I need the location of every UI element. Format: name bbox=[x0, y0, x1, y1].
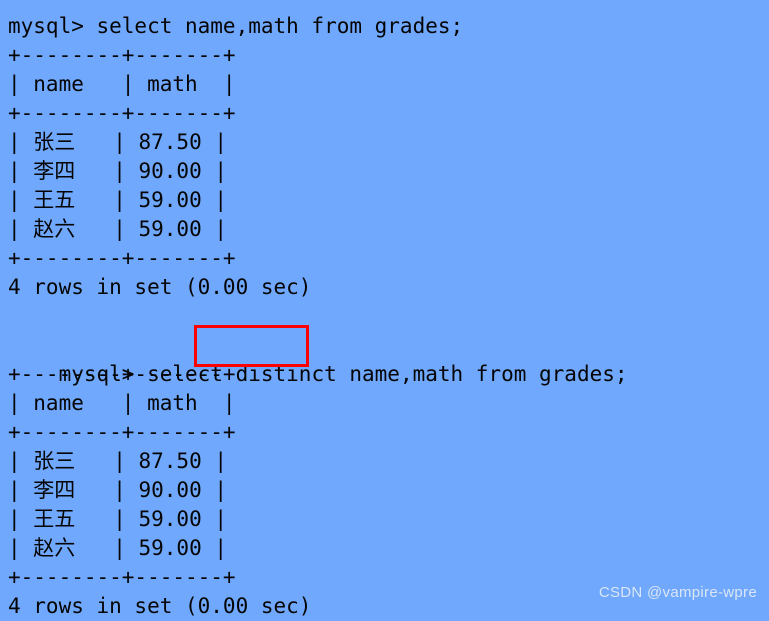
table-row: | 张三 | 87.50 | bbox=[8, 130, 228, 154]
table-row: | 李四 | 90.00 | bbox=[8, 478, 228, 502]
terminal-window[interactable]: mysql> select name,math from grades; +--… bbox=[0, 0, 769, 618]
table-header-row: | name | math | bbox=[8, 72, 236, 96]
row-count-status: 4 rows in set (0.00 sec) bbox=[8, 275, 312, 299]
prompt-line-select-distinct: mysql> select distinct name,math from gr… bbox=[8, 325, 769, 386]
table-border-bottom: +--------+-------+ bbox=[8, 246, 236, 270]
table-border-top: +--------+-------+ bbox=[8, 43, 236, 67]
table-border-header: +--------+-------+ bbox=[8, 420, 236, 444]
distinct-keyword-highlight-box bbox=[194, 325, 309, 367]
table-row: | 赵六 | 59.00 | bbox=[8, 217, 228, 241]
watermark: CSDN @vampire-wpre bbox=[598, 584, 757, 601]
table-row: | 赵六 | 59.00 | bbox=[8, 536, 228, 560]
table-row: | 李四 | 90.00 | bbox=[8, 159, 228, 183]
prompt-line-select: mysql> select name,math from grades; bbox=[8, 14, 464, 38]
prompt-line-select-distinct-text: mysql> select distinct name,math from gr… bbox=[58, 362, 628, 386]
table-row: | 张三 | 87.50 | bbox=[8, 449, 228, 473]
table-header-row: | name | math | bbox=[8, 391, 236, 415]
table-row: | 王五 | 59.00 | bbox=[8, 188, 228, 212]
table-border-header: +--------+-------+ bbox=[8, 101, 236, 125]
table-row: | 王五 | 59.00 | bbox=[8, 507, 228, 531]
